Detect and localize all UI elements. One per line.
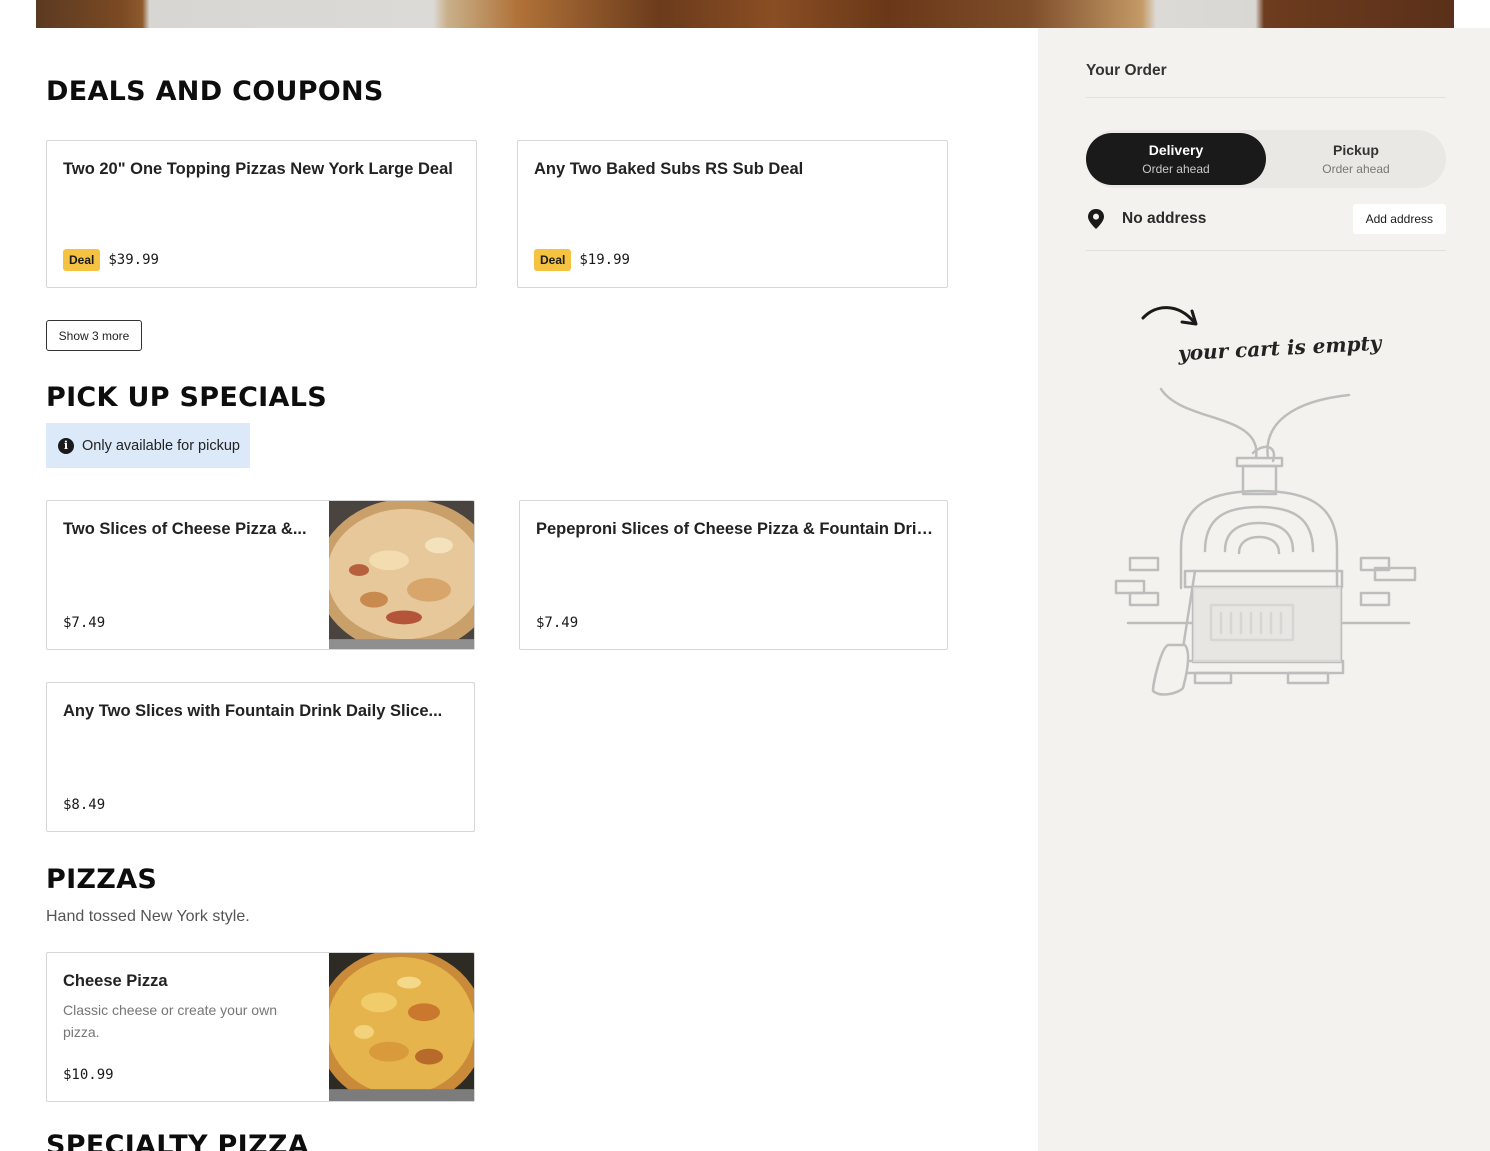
pickup-toggle-button[interactable]: Pickup Order ahead xyxy=(1266,133,1446,185)
location-pin-icon xyxy=(1088,209,1104,229)
pickup-info-text: Only available for pickup xyxy=(82,437,240,454)
delivery-toggle-button[interactable]: Delivery Order ahead xyxy=(1086,133,1266,185)
delivery-label: Delivery xyxy=(1148,142,1204,158)
empty-cart-text: your cart is empty xyxy=(1177,330,1382,366)
menu-item-card[interactable]: Pepeproni Slices of Cheese Pizza & Fount… xyxy=(519,500,948,650)
menu-item-title: Any Two Slices with Fountain Drink Daily… xyxy=(63,702,443,720)
cheese-pizza-slices-photo xyxy=(329,501,474,649)
deal-card-title: Two 20" One Topping Pizzas New York Larg… xyxy=(63,160,453,178)
deal-price: $39.99 xyxy=(108,252,159,268)
cheese-pizza-photo xyxy=(329,953,474,1101)
pickup-label: Pickup xyxy=(1333,142,1379,158)
pickup-info-banner: i Only available for pickup xyxy=(46,423,250,468)
deal-card[interactable]: Any Two Baked Subs RS Sub Deal Deal $19.… xyxy=(517,140,948,288)
deal-price-row: Deal $39.99 xyxy=(63,249,159,271)
menu-item-card[interactable]: Cheese Pizza Classic cheese or create yo… xyxy=(46,952,475,1102)
deal-badge: Deal xyxy=(63,249,101,271)
fulfillment-toggle: Delivery Order ahead Pickup Order ahead xyxy=(1086,130,1446,188)
pizzas-subtitle: Hand tossed New York style. xyxy=(46,908,250,925)
arrow-doodle-icon xyxy=(1141,306,1198,326)
divider xyxy=(1086,97,1446,98)
menu-item-card[interactable]: Two Slices of Cheese Pizza &... $7.49 xyxy=(46,500,475,650)
section-title-pizzas: PIZZAS xyxy=(46,864,158,895)
delivery-sublabel: Order ahead xyxy=(1142,162,1210,176)
add-address-button[interactable]: Add address xyxy=(1352,204,1446,234)
menu-item-title: Two Slices of Cheese Pizza &... xyxy=(63,520,307,538)
order-sidebar: Your Order Delivery Order ahead Pickup O… xyxy=(1038,28,1490,1151)
section-title-specialty: SPECIALTY PIZZA xyxy=(46,1130,309,1151)
menu-item-price: $8.49 xyxy=(63,797,106,813)
section-title-pickup: PICK UP SPECIALS xyxy=(46,382,327,413)
divider xyxy=(1086,250,1446,251)
address-row: No address Add address xyxy=(1086,203,1446,235)
menu-item-price: $10.99 xyxy=(63,1067,114,1083)
menu-item-price: $7.49 xyxy=(536,615,579,631)
deal-badge: Deal xyxy=(534,249,572,271)
menu-item-price: $7.49 xyxy=(63,615,106,631)
menu-item-title: Cheese Pizza xyxy=(63,972,168,990)
address-text: No address xyxy=(1122,210,1207,227)
pizza-oven-illustration xyxy=(1114,387,1417,696)
pickup-sublabel: Order ahead xyxy=(1322,162,1390,176)
menu-item-title: Pepeproni Slices of Cheese Pizza & Fount… xyxy=(536,520,936,538)
menu-main: DEALS AND COUPONS Two 20" One Topping Pi… xyxy=(0,28,1038,1151)
show-more-button[interactable]: Show 3 more xyxy=(46,320,142,351)
info-icon: i xyxy=(58,437,74,454)
deal-card-title: Any Two Baked Subs RS Sub Deal xyxy=(534,160,804,178)
deal-price: $19.99 xyxy=(579,252,630,268)
your-order-title: Your Order xyxy=(1086,62,1167,79)
section-title-deals: DEALS AND COUPONS xyxy=(46,76,384,107)
deal-price-row: Deal $19.99 xyxy=(534,249,630,271)
deal-card[interactable]: Two 20" One Topping Pizzas New York Larg… xyxy=(46,140,477,288)
menu-item-description: Classic cheese or create your own pizza. xyxy=(63,1002,277,1040)
hero-banner-image xyxy=(36,0,1454,28)
menu-item-card[interactable]: Any Two Slices with Fountain Drink Daily… xyxy=(46,682,475,832)
